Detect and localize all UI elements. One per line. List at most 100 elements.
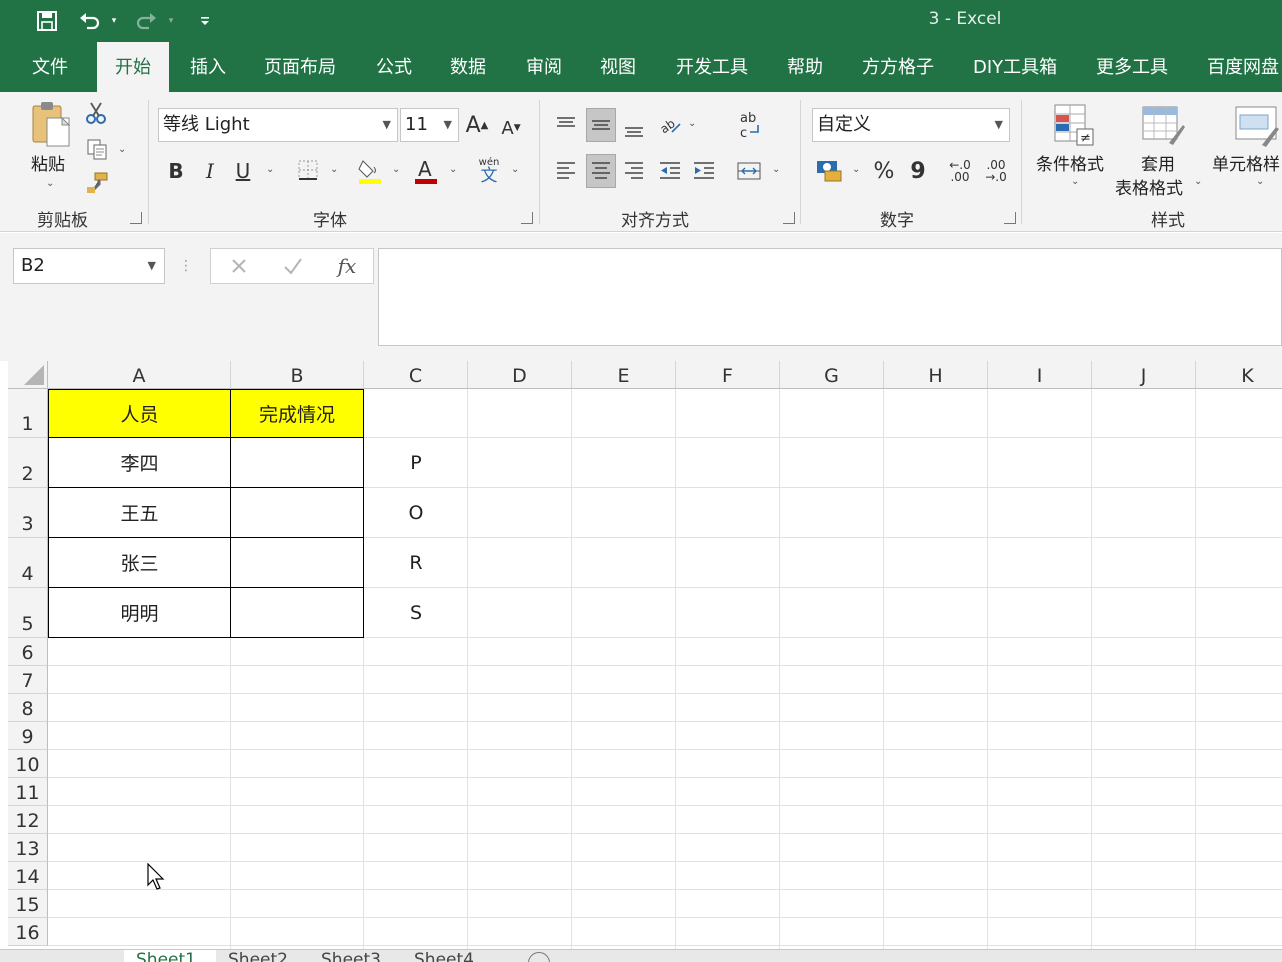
paste-label[interactable]: 粘贴 <box>31 150 65 175</box>
tab-more-tools[interactable]: 更多工具 <box>1096 42 1168 92</box>
cell-c5[interactable]: S <box>364 589 468 637</box>
row-header-3[interactable]: 3 <box>8 488 48 538</box>
name-box[interactable]: B2 ▼ <box>13 248 165 284</box>
column-header-f[interactable]: F <box>676 361 780 389</box>
percent-style-button[interactable]: % <box>870 156 898 186</box>
number-launcher-icon[interactable] <box>1004 212 1016 224</box>
column-header-a[interactable]: A <box>48 361 231 389</box>
merge-center-icon[interactable] <box>734 156 764 186</box>
cell-c2[interactable]: P <box>364 439 468 487</box>
cell-b4[interactable] <box>230 537 364 588</box>
column-header-j[interactable]: J <box>1092 361 1196 389</box>
row-header-12[interactable]: 12 <box>8 806 48 834</box>
bold-button[interactable]: B <box>164 156 188 186</box>
cell-a5[interactable]: 明明 <box>48 587 231 638</box>
accounting-dropdown-icon[interactable]: ⌄ <box>852 164 860 175</box>
tab-diy-toolbox[interactable]: DIY工具箱 <box>973 42 1057 92</box>
cell-a1[interactable]: 人员 <box>48 389 231 438</box>
tab-data[interactable]: 数据 <box>450 42 486 92</box>
conditional-formatting-label[interactable]: 条件格式 <box>1036 150 1104 175</box>
column-header-c[interactable]: C <box>364 361 468 389</box>
column-header-g[interactable]: G <box>780 361 884 389</box>
column-header-d[interactable]: D <box>468 361 572 389</box>
increase-indent-icon[interactable] <box>690 156 718 186</box>
orientation-dropdown-icon[interactable]: ⌄ <box>688 118 696 129</box>
column-header-b[interactable]: B <box>231 361 364 389</box>
tab-review[interactable]: 审阅 <box>526 42 562 92</box>
align-left-icon[interactable] <box>552 156 580 186</box>
paste-dropdown-icon[interactable]: ⌄ <box>46 178 54 189</box>
tab-baidu-netdisk[interactable]: 百度网盘 <box>1207 42 1279 92</box>
format-painter-icon[interactable] <box>84 170 110 196</box>
cell-a4[interactable]: 张三 <box>48 537 231 588</box>
increase-font-size-icon[interactable]: A ▲ <box>464 110 490 140</box>
tab-developer[interactable]: 开发工具 <box>676 42 748 92</box>
row-header-8[interactable]: 8 <box>8 694 48 722</box>
cell-styles-dropdown-icon[interactable]: ⌄ <box>1256 176 1264 187</box>
row-header-13[interactable]: 13 <box>8 834 48 862</box>
wrap-text-icon[interactable]: ab c <box>734 108 764 142</box>
number-format-select[interactable]: 自定义 ▼ <box>812 108 1010 142</box>
tab-view[interactable]: 视图 <box>600 42 636 92</box>
cell-b2[interactable] <box>230 437 364 488</box>
cancel-icon[interactable] <box>225 252 253 280</box>
row-header-7[interactable]: 7 <box>8 666 48 694</box>
cut-icon[interactable] <box>84 100 108 126</box>
column-header-e[interactable]: E <box>572 361 676 389</box>
decrease-indent-icon[interactable] <box>656 156 684 186</box>
font-color-dropdown-icon[interactable]: ⌄ <box>449 164 457 175</box>
formula-bar-grip-icon[interactable]: ⋮ <box>179 255 193 277</box>
cell-a3[interactable]: 王五 <box>48 487 231 538</box>
font-size-select[interactable]: 11 ▼ <box>400 108 459 142</box>
accounting-format-icon[interactable] <box>814 154 844 186</box>
fill-color-dropdown-icon[interactable]: ⌄ <box>392 164 400 175</box>
row-header-4[interactable]: 4 <box>8 538 48 588</box>
decrease-decimal-button[interactable]: .00 →.0 <box>980 156 1012 186</box>
merge-dropdown-icon[interactable]: ⌄ <box>772 164 780 175</box>
row-header-15[interactable]: 15 <box>8 890 48 918</box>
cell-styles-icon[interactable] <box>1232 100 1282 150</box>
comma-style-button[interactable]: 9 <box>906 156 930 186</box>
conditional-formatting-dropdown-icon[interactable]: ⌄ <box>1071 176 1079 187</box>
cell-b3[interactable] <box>230 487 364 538</box>
insert-function-button[interactable]: fx <box>331 252 363 280</box>
align-top-icon[interactable] <box>552 110 580 140</box>
column-header-k[interactable]: K <box>1196 361 1282 389</box>
row-header-1[interactable]: 1 <box>8 389 48 438</box>
row-header-9[interactable]: 9 <box>8 722 48 750</box>
cell-a2[interactable]: 李四 <box>48 437 231 488</box>
row-header-10[interactable]: 10 <box>8 750 48 778</box>
paste-icon[interactable] <box>26 100 74 148</box>
align-center-icon[interactable] <box>586 154 616 188</box>
cell-c3[interactable]: O <box>364 489 468 537</box>
font-color-icon[interactable]: A <box>412 156 440 186</box>
format-as-table-dropdown-icon[interactable]: ⌄ <box>1194 176 1202 187</box>
row-header-14[interactable]: 14 <box>8 862 48 890</box>
format-as-table-label-1[interactable]: 套用 <box>1141 150 1175 175</box>
align-middle-icon[interactable] <box>586 108 616 142</box>
cell-b1[interactable]: 完成情况 <box>230 389 364 438</box>
tab-page-layout[interactable]: 页面布局 <box>264 42 336 92</box>
borders-dropdown-icon[interactable]: ⌄ <box>330 164 338 175</box>
sheet-tab-4[interactable]: Sheet4 <box>414 950 474 962</box>
italic-button[interactable]: I <box>198 156 222 186</box>
align-bottom-icon[interactable] <box>620 114 648 144</box>
select-all-corner[interactable] <box>8 361 48 389</box>
align-right-icon[interactable] <box>620 156 648 186</box>
format-as-table-label-2[interactable]: 表格格式 <box>1115 174 1183 199</box>
copy-dropdown-icon[interactable]: ⌄ <box>118 144 126 155</box>
sheet-tab-1[interactable]: Sheet1 <box>124 950 216 962</box>
tab-home[interactable]: 开始 <box>97 42 169 92</box>
conditional-formatting-icon[interactable]: ≠ <box>1050 100 1098 150</box>
tab-formulas[interactable]: 公式 <box>376 42 412 92</box>
phonetic-guide-icon[interactable]: wén 文 <box>476 156 502 186</box>
alignment-launcher-icon[interactable] <box>783 212 795 224</box>
column-header-i[interactable]: I <box>988 361 1092 389</box>
phonetic-dropdown-icon[interactable]: ⌄ <box>511 164 519 175</box>
format-as-table-icon[interactable] <box>1138 100 1188 150</box>
copy-icon[interactable] <box>84 136 110 162</box>
underline-button[interactable]: U <box>231 156 255 186</box>
sheet-tab-3[interactable]: Sheet3 <box>321 950 381 962</box>
increase-decimal-button[interactable]: ←.0 .00 <box>944 156 976 186</box>
decrease-font-size-icon[interactable]: A ▼ <box>498 114 524 142</box>
